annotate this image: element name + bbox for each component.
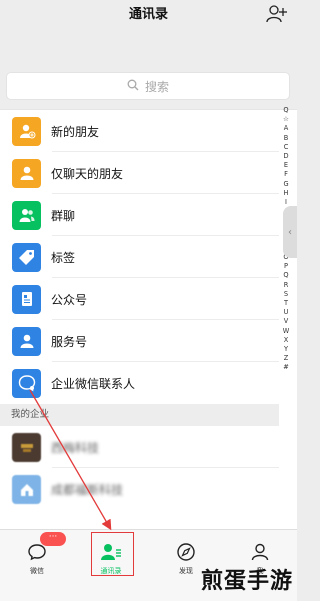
annotation-highlight-box — [91, 532, 134, 576]
tab-label: 微信 — [30, 567, 44, 575]
service-account-icon — [12, 326, 41, 356]
index-letter[interactable]: # — [283, 363, 289, 372]
index-letter[interactable]: C — [284, 143, 289, 152]
index-letter[interactable]: Y — [284, 345, 288, 354]
compass-icon — [176, 540, 196, 564]
item-label: 公众号 — [51, 292, 88, 307]
search-icon — [127, 79, 139, 94]
index-letter[interactable]: G — [283, 180, 288, 189]
item-label: 新的朋友 — [51, 124, 100, 139]
tag-icon — [12, 242, 41, 272]
tab-label: 发现 — [179, 567, 193, 575]
list-item-new-friends[interactable]: 新的朋友 — [0, 110, 279, 152]
index-letter[interactable]: X — [284, 336, 289, 345]
index-letter[interactable]: P — [284, 262, 288, 271]
official-account-icon — [12, 284, 41, 314]
index-letter[interactable]: H — [284, 189, 289, 198]
item-label: 仅聊天的朋友 — [51, 166, 124, 181]
unread-badge: ··· — [40, 532, 66, 546]
index-letter[interactable]: ☆ — [283, 115, 289, 124]
search-bar[interactable]: 搜索 — [6, 72, 290, 100]
item-label: 群聊 — [51, 208, 76, 223]
index-letter[interactable]: V — [284, 317, 289, 326]
watermark-text: 煎蛋手游 — [200, 568, 293, 594]
list-item-chat-only-friends[interactable]: 仅聊天的朋友 — [0, 152, 279, 194]
index-letter[interactable]: U — [284, 308, 289, 317]
list-item-service-accounts[interactable]: 服务号 — [0, 320, 279, 362]
page-header: 通讯录 — [0, 0, 297, 30]
index-letter[interactable]: W — [283, 327, 290, 336]
index-letter[interactable]: Q — [283, 271, 288, 280]
contact-list: 新的朋友 仅聊天的朋友 群聊 标签 公众号 服务号 企业微信联系人 我的企业 西… — [0, 109, 297, 530]
enterprise-logo-icon — [12, 432, 41, 462]
enterprise-contact-icon — [12, 368, 41, 398]
add-friend-icon[interactable] — [266, 4, 288, 24]
item-label: 标签 — [51, 250, 76, 265]
index-letter[interactable]: R — [284, 281, 289, 290]
group-icon — [12, 200, 41, 230]
index-letter[interactable]: A — [284, 124, 289, 133]
section-title: 我的企业 — [11, 409, 50, 420]
index-letter[interactable]: Z — [284, 354, 289, 363]
add-person-icon — [12, 116, 41, 146]
index-letter[interactable]: S — [284, 290, 288, 299]
enterprise-logo-icon — [12, 474, 41, 504]
chevron-left-icon: ‹ — [288, 226, 292, 238]
side-drawer-handle[interactable]: ‹ — [283, 206, 297, 258]
item-label: 企业微信联系人 — [51, 376, 136, 391]
index-letter[interactable]: B — [284, 134, 289, 143]
index-letter[interactable]: T — [284, 299, 288, 308]
search-placeholder: 搜索 — [144, 79, 169, 94]
list-item-enterprise[interactable]: 成都福斯科技 — [0, 468, 279, 510]
list-item-enterprise-contacts[interactable]: 企业微信联系人 — [0, 362, 279, 404]
index-letter[interactable]: F — [284, 170, 288, 179]
list-item-official-accounts[interactable]: 公众号 — [0, 278, 279, 320]
enterprise-name: 成都福斯科技 — [51, 482, 124, 497]
list-item-group-chats[interactable]: 群聊 — [0, 194, 279, 236]
page-title: 通讯录 — [128, 7, 168, 22]
list-item-enterprise[interactable]: 西梅科技 — [0, 426, 279, 468]
enterprise-name: 西梅科技 — [51, 440, 100, 455]
person-icon — [12, 158, 41, 188]
enterprise-section-header: 我的企业 — [0, 404, 279, 426]
item-label: 服务号 — [51, 334, 88, 349]
index-letter[interactable]: E — [284, 161, 288, 170]
profile-icon — [250, 540, 270, 564]
index-letter[interactable]: Q — [283, 106, 288, 115]
index-letter[interactable]: I — [285, 198, 287, 207]
index-letter[interactable]: D — [283, 152, 288, 161]
list-item-tags[interactable]: 标签 — [0, 236, 279, 278]
